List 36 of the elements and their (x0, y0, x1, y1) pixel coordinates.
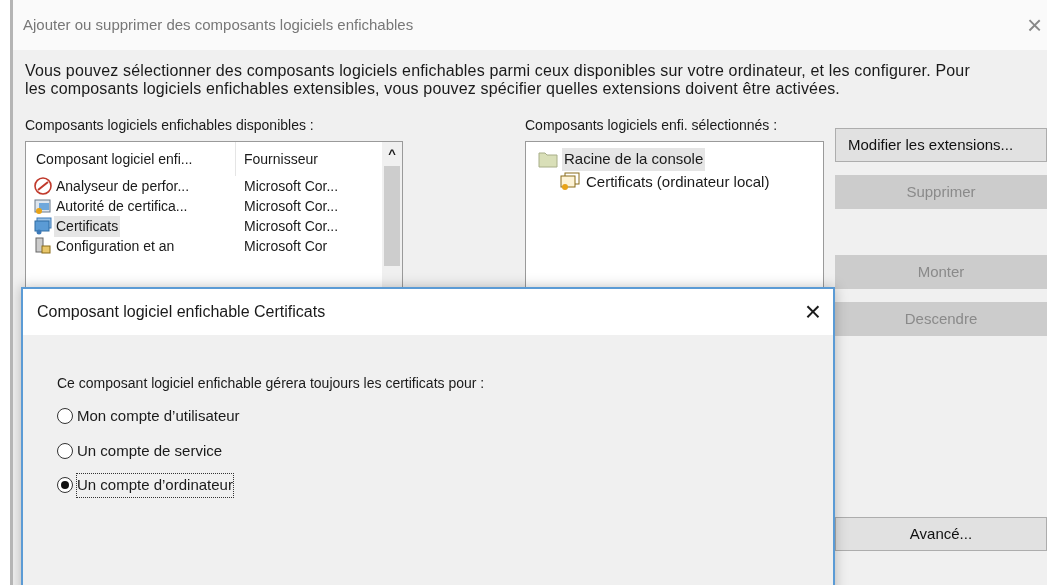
certificate-icon (34, 217, 52, 235)
dialog-title: Composant logiciel enfichable Certificats (37, 302, 326, 322)
intro-text: Vous pouvez sélectionner des composants logiciels enfichables parmi ceux disponibles sur votre ordinateur, et les configurer. Pour les composants logiciels enfichables extensibles, vous pouvez spécifier quelles extensions doivent être activées. (25, 62, 971, 98)
scrollbar-thumb[interactable] (384, 166, 400, 266)
tree-item[interactable]: Certificats (ordinateur local) (584, 170, 772, 193)
component-name[interactable]: Configuration et an (54, 235, 177, 257)
window-title: Ajouter ou supprimer des composants logiciels enfichables (23, 14, 414, 35)
radio-button[interactable] (57, 477, 73, 494)
radio-option[interactable]: Mon compte d’utilisateur (57, 405, 833, 428)
vendor-name: Microsoft Cor... (243, 176, 339, 196)
dialog-button[interactable]: Modifier les extensions... (835, 128, 1047, 162)
dialog-button[interactable]: Avancé... (835, 517, 1047, 551)
server-icon (34, 237, 52, 255)
vendor-name: Microsoft Cor... (243, 196, 339, 216)
radio-option[interactable]: Un compte de service (57, 439, 833, 462)
certificate-icon (34, 197, 52, 215)
component-name[interactable]: Autorité de certifica... (54, 195, 190, 217)
no-entry-icon (34, 177, 52, 195)
close-button[interactable]: × (1027, 12, 1047, 38)
dialog-prompt: Ce composant logiciel enfichable gérera toujours les certificats pour : (57, 374, 486, 393)
component-name[interactable]: Analyseur de perfor... (54, 175, 192, 197)
vendor-name: Microsoft Cor... (243, 216, 339, 236)
column-header[interactable]: Composant logiciel enfi... (26, 142, 236, 176)
column-header[interactable]: Fournisseur (236, 148, 318, 170)
scroll-up-button[interactable]: ^ (388, 142, 396, 166)
radio-option[interactable]: Un compte d’ordinateur (57, 474, 833, 497)
close-button[interactable]: × (804, 298, 821, 326)
radio-button[interactable] (57, 442, 73, 459)
list-label: Composants logiciels enfichables disponibles : (25, 116, 315, 135)
list-label: Composants logiciels enfi. sélectionnés : (525, 116, 779, 135)
folder-icon (538, 150, 558, 169)
vendor-name: Microsoft Cor (243, 236, 328, 256)
component-name[interactable]: Certificats (54, 215, 121, 237)
certificate-icon (560, 171, 580, 192)
tree-item[interactable]: Racine de la console (562, 148, 706, 171)
radio-button[interactable] (57, 408, 73, 425)
